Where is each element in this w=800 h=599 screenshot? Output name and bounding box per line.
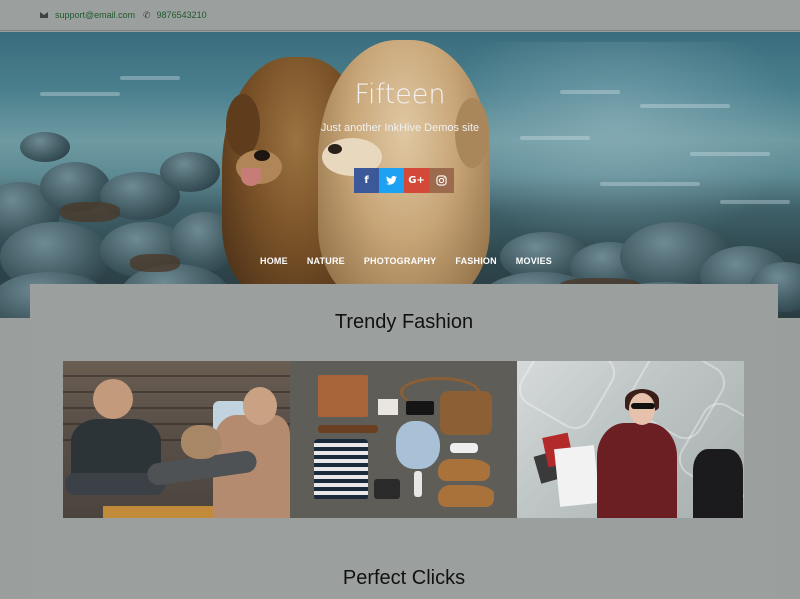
site-tagline: Just another InkHive Demos site (320, 122, 480, 134)
contact-phone[interactable]: ✆ 9876543210 (143, 10, 207, 20)
phone-text[interactable]: 9876543210 (157, 10, 207, 20)
nav-item-photography[interactable]: PHOTOGRAPHY (364, 256, 437, 266)
gallery-image-shopping[interactable] (517, 361, 744, 518)
twitter-icon[interactable] (379, 168, 404, 193)
gallery-image-friends[interactable] (63, 361, 290, 518)
content-area: Trendy Fashion Perfect Clicks (30, 284, 778, 599)
fashion-gallery (63, 361, 745, 518)
main-nav: HOME NATURE PHOTOGRAPHY FASHION MOVIES (260, 256, 552, 266)
instagram-icon[interactable] (429, 168, 454, 193)
phone-icon: ✆ (143, 9, 151, 20)
google-plus-icon[interactable]: G+ (404, 168, 429, 193)
social-icons: f G+ (354, 168, 454, 193)
contact-email[interactable]: support@email.com (40, 10, 135, 20)
nav-item-home[interactable]: HOME (260, 256, 288, 266)
gallery-image-flatlay[interactable] (290, 361, 517, 518)
section-title-trendy-fashion: Trendy Fashion (334, 311, 474, 333)
section-title-perfect-clicks: Perfect Clicks (342, 567, 466, 589)
nav-item-movies[interactable]: MOVIES (516, 256, 552, 266)
top-bar: support@email.com ✆ 9876543210 (0, 0, 800, 31)
envelope-icon (40, 11, 49, 20)
hero-banner: Fifteen Just another InkHive Demos site … (0, 32, 800, 318)
nav-item-fashion[interactable]: FASHION (455, 256, 496, 266)
nav-item-nature[interactable]: NATURE (307, 256, 345, 266)
facebook-icon[interactable]: f (354, 168, 379, 193)
site-title[interactable]: Fifteen (0, 79, 800, 110)
email-text[interactable]: support@email.com (55, 10, 135, 20)
